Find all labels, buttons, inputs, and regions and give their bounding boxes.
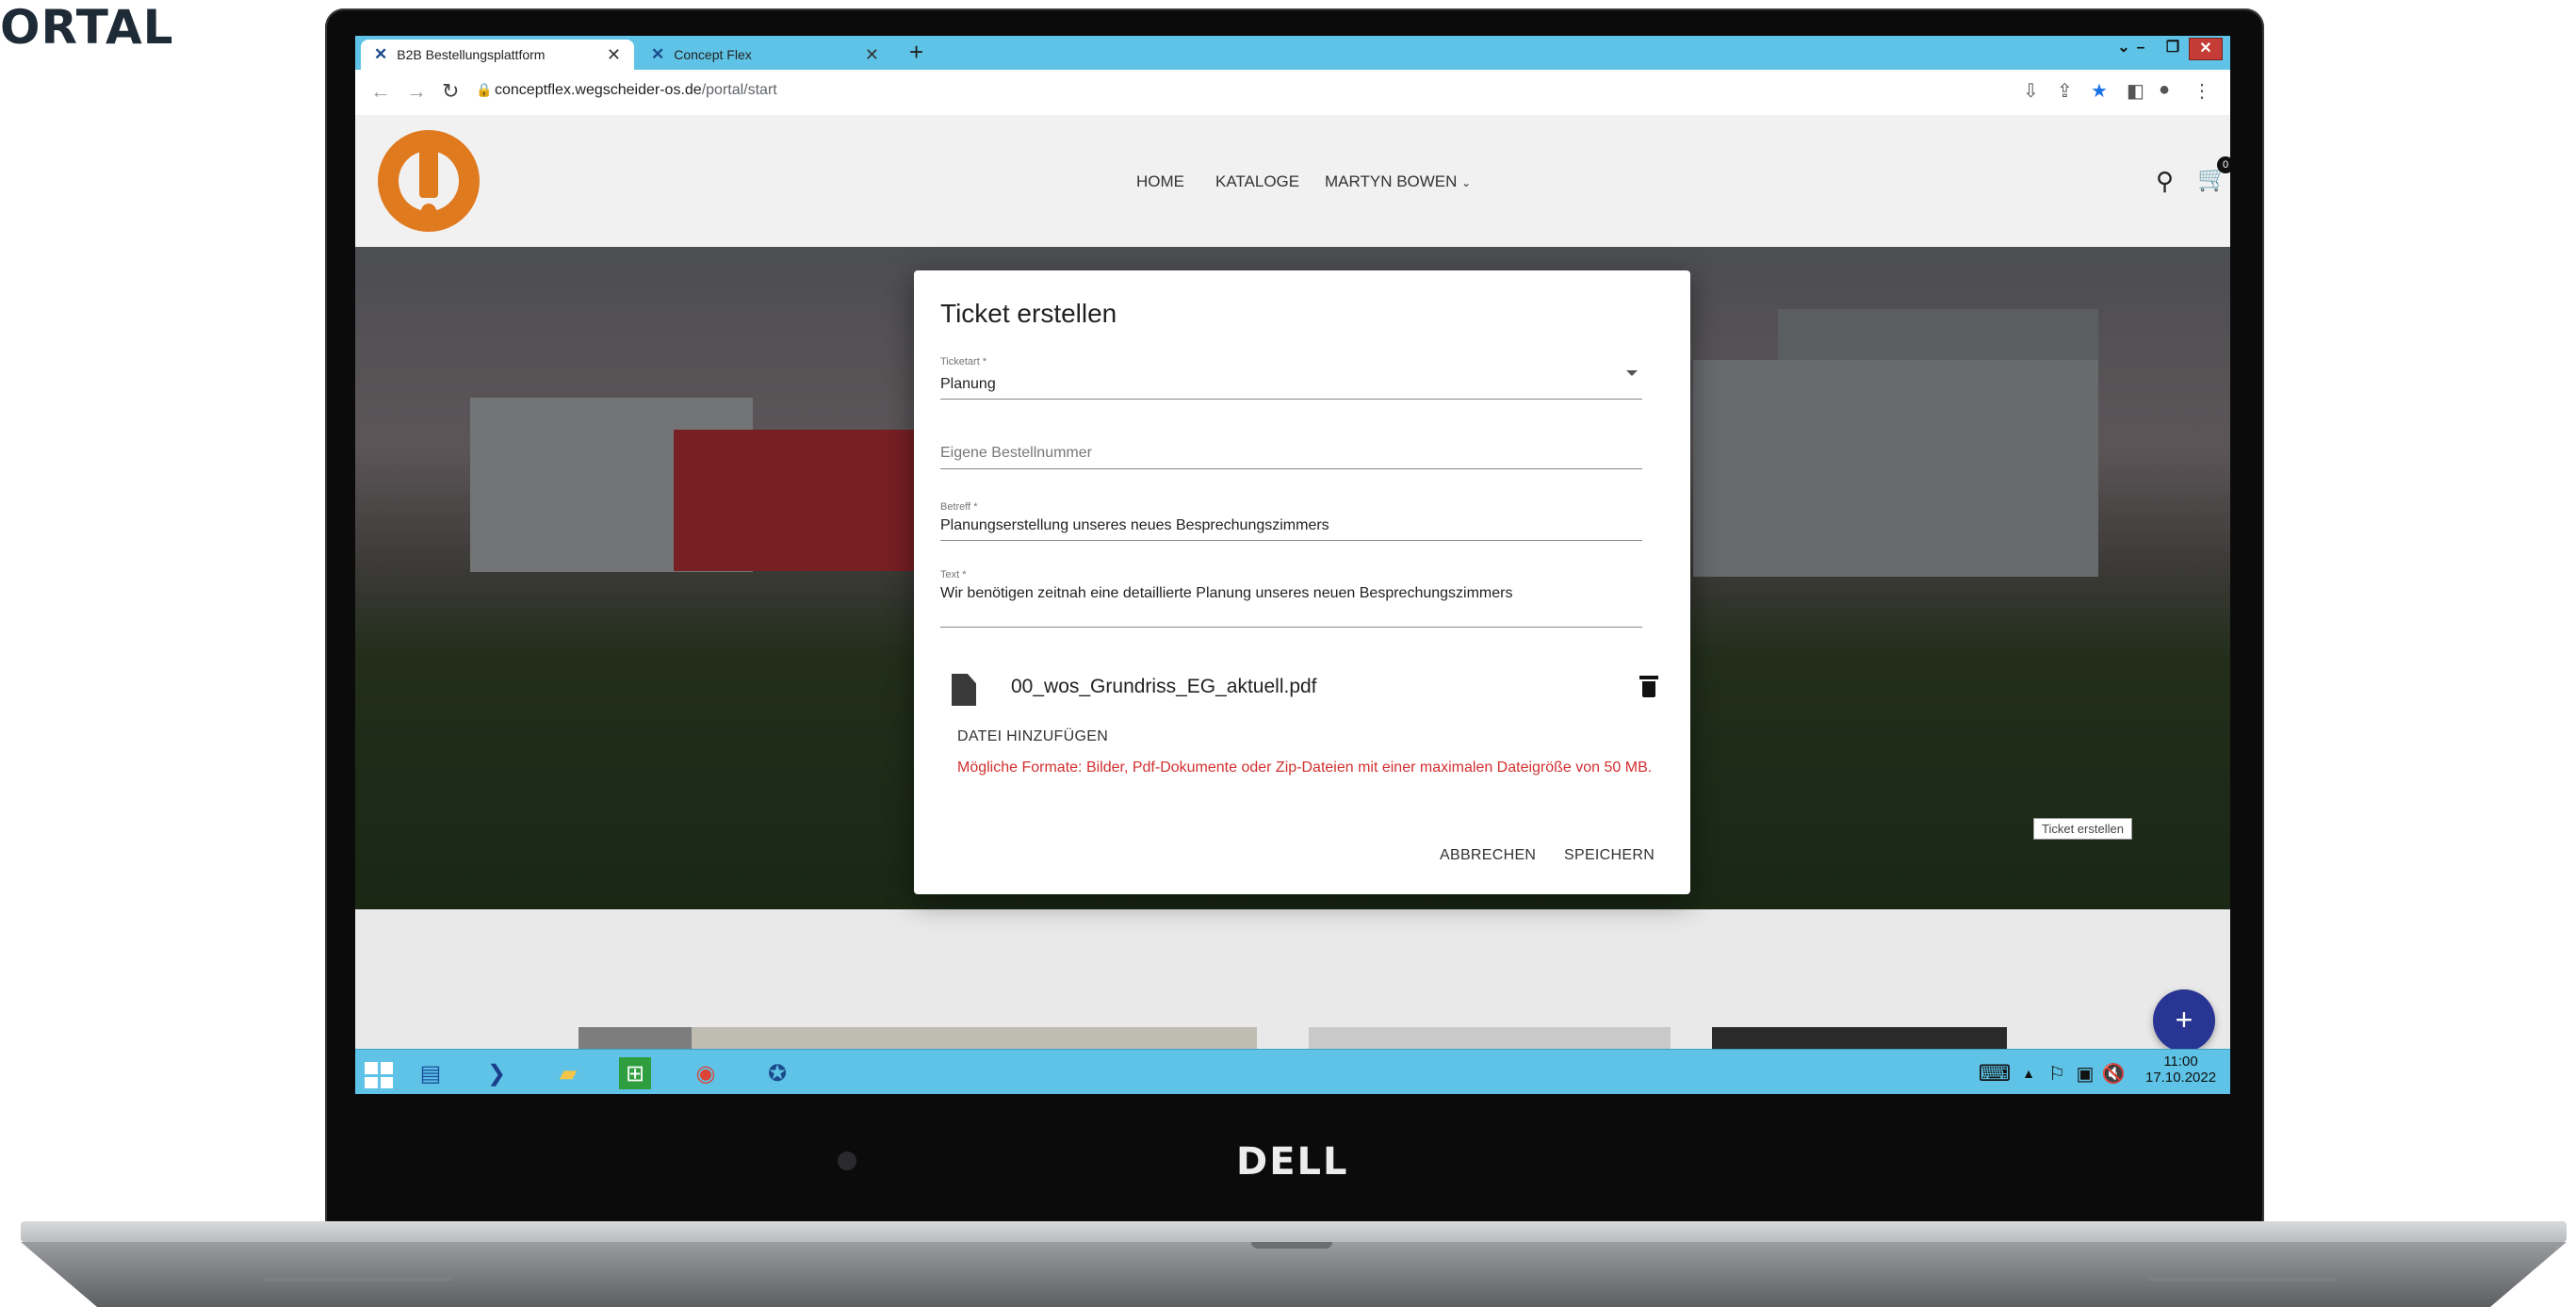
dropdown-arrow-icon[interactable] (1626, 370, 1638, 376)
reload-icon[interactable]: ↻ (442, 79, 459, 104)
install-icon[interactable]: ⇩ (2023, 79, 2039, 103)
close-tab-icon[interactable]: ✕ (607, 45, 621, 65)
file-explorer-icon[interactable]: ▰ (549, 1055, 587, 1091)
add-file-button[interactable]: DATEI HINZUFÜGEN (957, 728, 1108, 745)
share-icon[interactable]: ⇪ (2057, 79, 2073, 103)
screen: ✕ B2B Bestellungsplattform ✕ ✕ Concept F… (355, 36, 2230, 1094)
close-window-button[interactable]: ✕ (2189, 38, 2223, 60)
clock-date: 17.10.2022 (2145, 1070, 2217, 1086)
cart-badge: 0 (2217, 156, 2230, 173)
powershell-icon[interactable]: ❯ (478, 1055, 515, 1091)
webcam-light (838, 1152, 856, 1170)
app-icon[interactable]: ✪ (758, 1055, 796, 1091)
field-underline (940, 627, 1642, 628)
volume-muted-icon[interactable]: 🔇 (2095, 1055, 2132, 1091)
dialog-title: Ticket erstellen (940, 299, 1117, 328)
bookmark-star-icon[interactable]: ★ (2091, 79, 2108, 103)
cancel-button[interactable]: ABBRECHEN (1440, 847, 1536, 864)
url-path: /portal/start (701, 82, 777, 98)
x-logo-icon: ✕ (651, 45, 665, 63)
tab-label: Concept Flex (674, 47, 752, 62)
store-icon[interactable]: ⊞ (619, 1057, 651, 1089)
dell-logo: DELL (1236, 1140, 1349, 1184)
field-underline (940, 399, 1642, 400)
lock-icon[interactable]: 🔒 (476, 82, 492, 98)
save-button[interactable]: SPEICHERN (1564, 847, 1655, 864)
ticketart-select[interactable]: Planung (940, 376, 996, 393)
text-label: Text * (940, 569, 967, 580)
url-host: conceptflex.wegscheider-os.de (495, 82, 702, 98)
laptop-foot-right (2148, 1278, 2337, 1281)
windows-start-icon[interactable] (365, 1062, 393, 1088)
x-logo-icon: ✕ (374, 45, 388, 63)
tooltip: Ticket erstellen (2033, 818, 2132, 840)
browser-tabbar: ✕ B2B Bestellungsplattform ✕ ✕ Concept F… (355, 36, 2230, 70)
server-manager-icon[interactable]: ▤ (412, 1055, 449, 1091)
keyboard-icon[interactable]: ⌨ (1976, 1055, 2014, 1091)
chrome-icon[interactable]: ◉ (687, 1055, 725, 1091)
forward-icon[interactable]: → (406, 79, 427, 104)
nav-home[interactable]: HOME (1136, 172, 1184, 191)
back-icon[interactable]: ← (370, 79, 391, 104)
restore-button[interactable]: ❐ (2157, 38, 2189, 58)
portal-heading: ORTAL (0, 0, 174, 55)
bestellnummer-input[interactable]: Eigene Bestellnummer (940, 445, 1092, 462)
profile-icon[interactable]: ● (2159, 79, 2170, 101)
delete-icon[interactable] (1639, 676, 1658, 697)
laptop-foot-left (264, 1278, 452, 1281)
side-panel-icon[interactable]: ◧ (2127, 79, 2144, 103)
user-name: MARTYN BOWEN (1325, 172, 1458, 190)
browser-toolbar: ← → ↻ 🔒 conceptflex.wegscheider-os.de/po… (355, 70, 2230, 116)
taskbar-clock[interactable]: 11:00 17.10.2022 (2145, 1054, 2216, 1086)
field-underline (940, 540, 1642, 541)
attachment-filename: 00_wos_Grundriss_EG_aktuell.pdf (1011, 676, 1317, 697)
address-bar[interactable]: conceptflex.wegscheider-os.de/portal/sta… (495, 82, 777, 99)
nav-user-menu[interactable]: MARTYN BOWEN ⌄ (1325, 172, 1471, 191)
tab-label: B2B Bestellungsplattform (397, 47, 546, 62)
search-icon[interactable]: ⚲ (2156, 167, 2174, 196)
field-underline (940, 468, 1642, 469)
nav-kataloge[interactable]: KATALOGE (1215, 172, 1299, 191)
laptop-base (21, 1242, 2567, 1307)
clock-time: 11:00 (2163, 1054, 2198, 1070)
site-header: HOME KATALOGE MARTYN BOWEN ⌄ ⚲ 🛒 0 (355, 115, 2230, 247)
ticket-dialog: Ticket erstellen Ticketart * Planung Eig… (914, 270, 1690, 894)
text-textarea[interactable]: Wir benötigen zeitnah eine detaillierte … (940, 585, 1512, 602)
minimize-button[interactable]: – (2125, 38, 2157, 58)
betreff-input[interactable]: Planungserstellung unseres neues Besprec… (940, 517, 1329, 534)
chevron-down-icon: ⌄ (1461, 176, 1472, 189)
ticketart-label: Ticketart * (940, 356, 987, 368)
file-format-hint: Mögliche Formate: Bilder, Pdf-Dokumente … (957, 760, 1653, 776)
close-tab-icon[interactable]: ✕ (865, 45, 879, 65)
add-fab-button[interactable]: + (2153, 989, 2215, 1052)
tab-b2b[interactable]: ✕ B2B Bestellungsplattform ✕ (361, 40, 634, 70)
betreff-label: Betreff * (940, 501, 978, 513)
laptop-base-edge (21, 1221, 2567, 1242)
new-tab-button[interactable]: + (909, 38, 923, 67)
file-icon (952, 674, 976, 706)
windows-taskbar: ▤ ❯ ▰ ⊞ ◉ ✪ ⌨ ▲ ⚐ ▣ 🔇 11:00 17.10.2022 (355, 1049, 2230, 1094)
tab-concept-flex[interactable]: ✕ Concept Flex ✕ (638, 40, 892, 70)
menu-dots-icon[interactable]: ⋮ (2193, 79, 2211, 103)
brand-logo[interactable] (378, 130, 480, 232)
laptop-notch (1251, 1242, 1332, 1249)
